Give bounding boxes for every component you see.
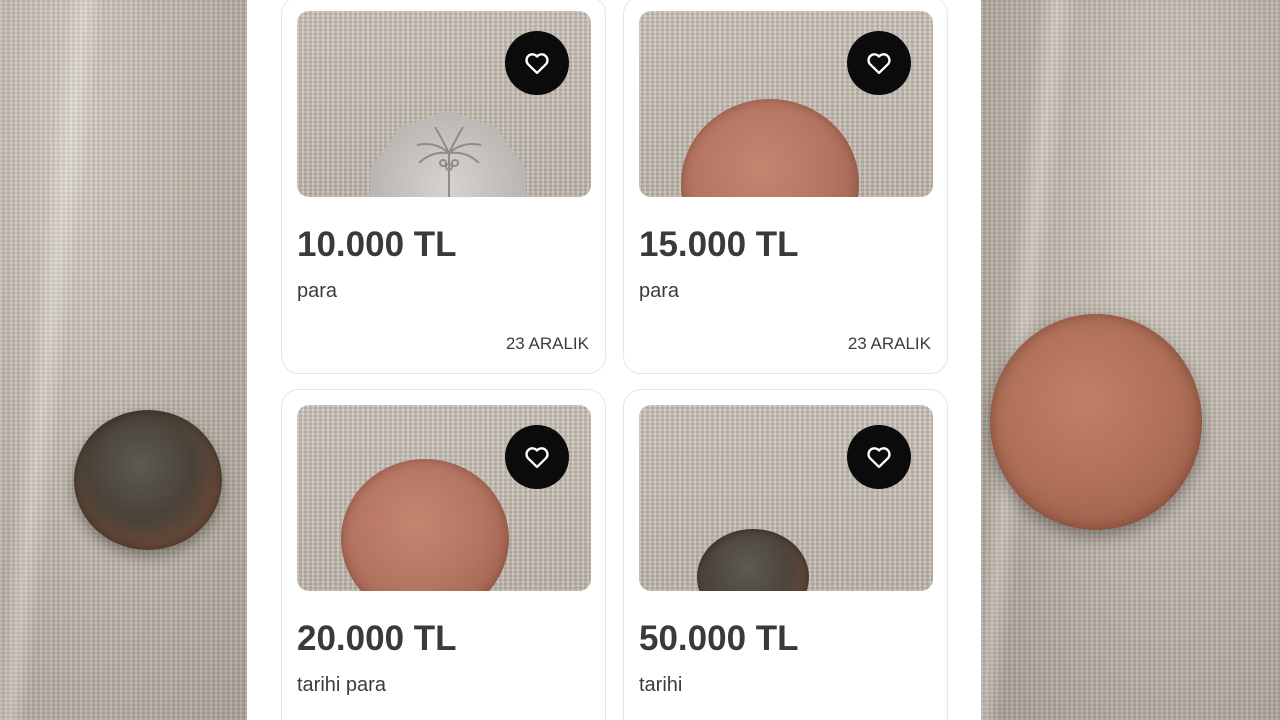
heart-outline-icon bbox=[525, 447, 549, 469]
listing-photo[interactable] bbox=[639, 405, 933, 591]
listing-price: 50.000 TL bbox=[639, 619, 799, 658]
favorite-button[interactable] bbox=[505, 31, 569, 95]
listing-photo[interactable] bbox=[297, 11, 591, 197]
listing-photo[interactable] bbox=[639, 11, 933, 197]
listing-photo[interactable] bbox=[297, 405, 591, 591]
listing-card[interactable]: 15.000 TL para 23 ARALIK bbox=[623, 0, 948, 374]
listing-title: para bbox=[639, 280, 680, 302]
listing-date: 23 ARALIK bbox=[505, 334, 589, 353]
heart-outline-icon bbox=[525, 53, 549, 75]
favorite-button[interactable] bbox=[505, 425, 569, 489]
listing-price: 15.000 TL bbox=[639, 225, 799, 264]
favorite-button[interactable] bbox=[847, 425, 911, 489]
listing-price: 10.000 TL bbox=[297, 225, 457, 264]
heart-outline-icon bbox=[867, 53, 891, 75]
background-left bbox=[0, 0, 247, 720]
listing-card[interactable]: 10.000 TL para 23 ARALIK bbox=[281, 0, 606, 374]
listing-title: para bbox=[297, 280, 338, 302]
listing-title: tarihi bbox=[639, 674, 683, 696]
favorite-button[interactable] bbox=[847, 31, 911, 95]
listing-card[interactable]: 20.000 TL tarihi para bbox=[281, 389, 606, 720]
listing-card[interactable]: 50.000 TL tarihi bbox=[623, 389, 948, 720]
listing-price: 20.000 TL bbox=[297, 619, 457, 658]
background-coin-image bbox=[990, 314, 1202, 530]
listing-title: tarihi para bbox=[297, 674, 386, 696]
background-coin-image bbox=[74, 410, 222, 550]
coin-image bbox=[681, 99, 859, 197]
fabric-fold bbox=[0, 0, 104, 720]
listing-date: 23 ARALIK bbox=[847, 334, 931, 353]
listing-grid: 10.000 TL para 23 ARALIK 15.000 TL para … bbox=[247, 0, 981, 720]
palm-tree-engraving bbox=[416, 126, 482, 197]
coin-image bbox=[341, 459, 509, 591]
coin-image bbox=[697, 529, 809, 591]
heart-outline-icon bbox=[867, 447, 891, 469]
